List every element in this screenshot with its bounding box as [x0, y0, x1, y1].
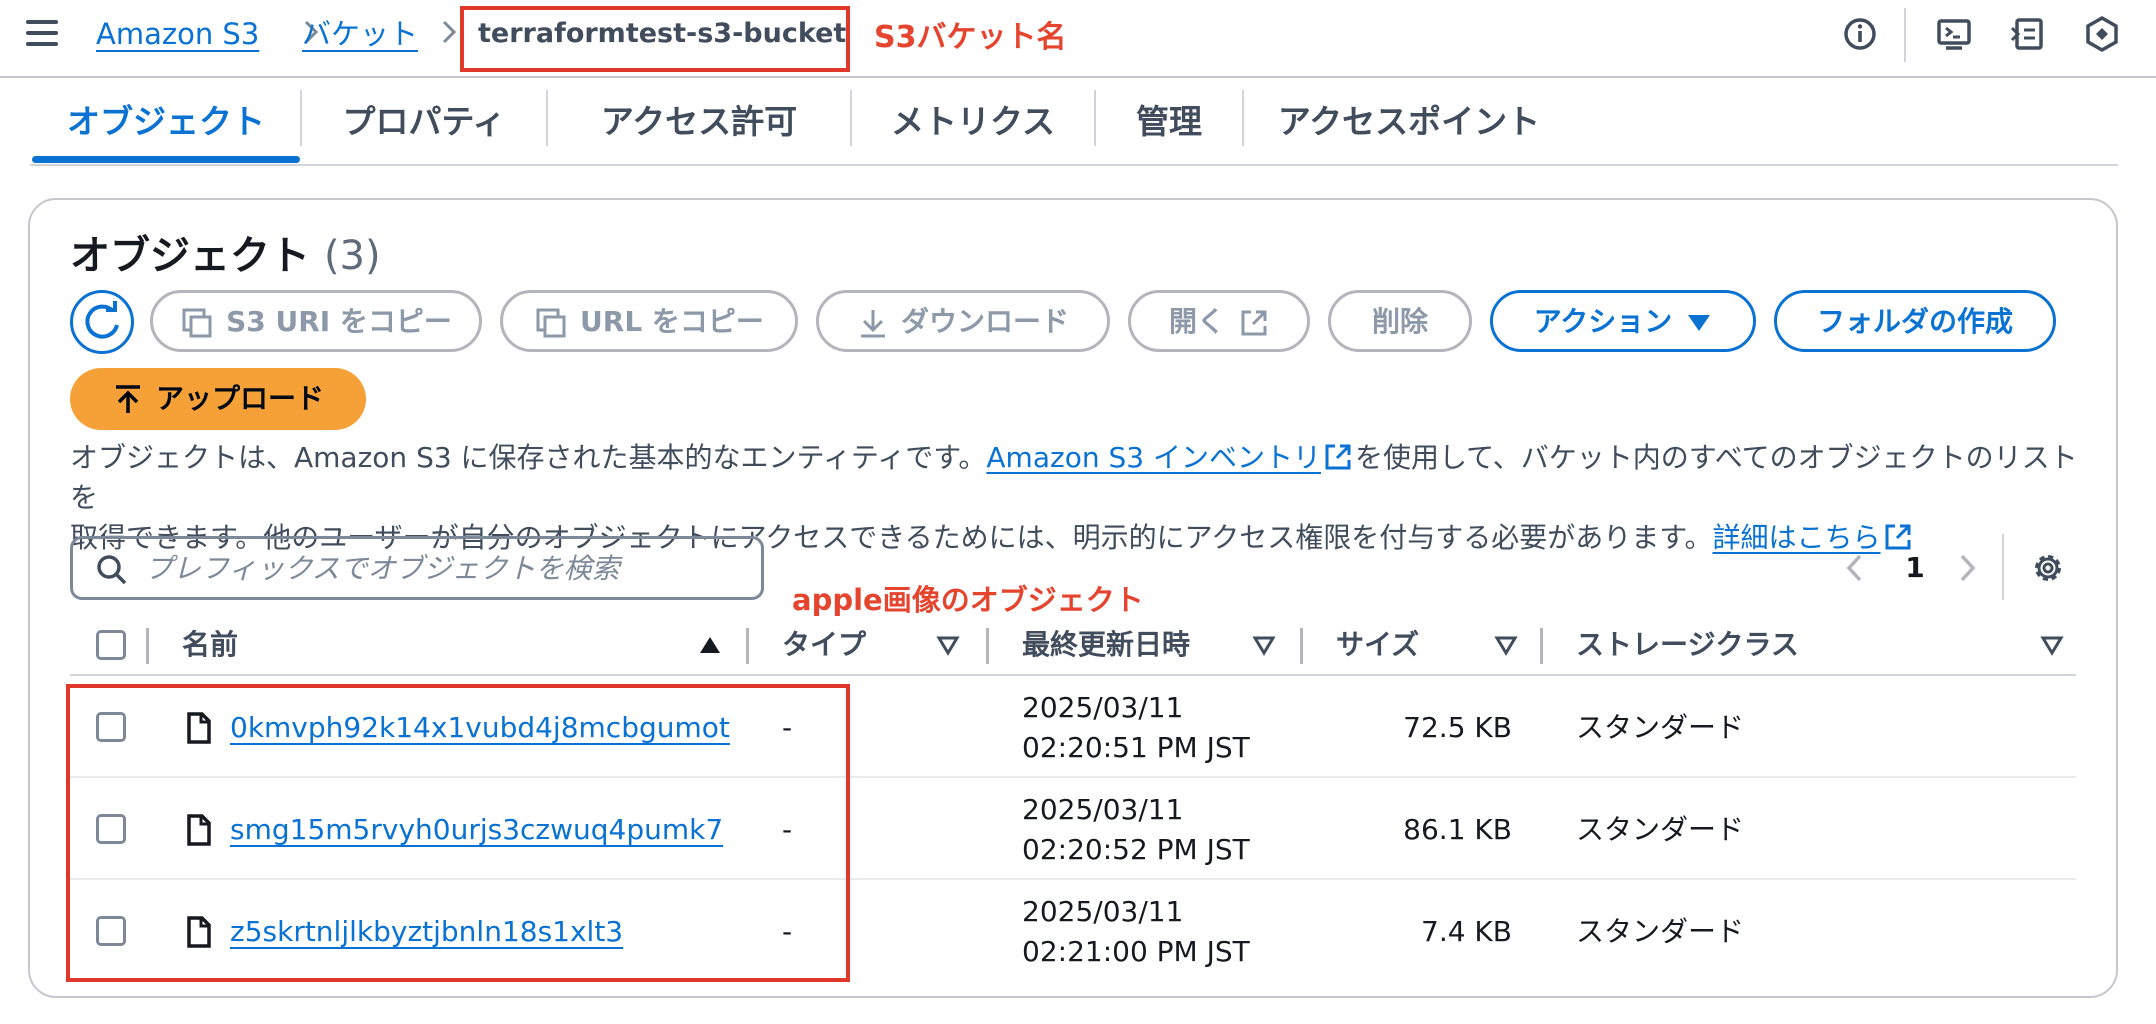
delete-label: 削除	[1371, 305, 1428, 338]
storage-class: スタンダード	[1576, 813, 1745, 846]
panel-title-text: オブジェクト	[70, 233, 310, 279]
last-modified-time: 02:21:00 PM JST	[1022, 935, 1250, 968]
column-separator	[146, 628, 149, 664]
upload-button[interactable]: アップロード	[70, 368, 366, 430]
create-folder-label: フォルダの作成	[1816, 305, 2013, 338]
top-navigation-bar: Amazon S3 バケット terraformtest-s3-bucket S…	[0, 0, 2156, 78]
copy-icon	[536, 308, 566, 338]
actions-dropdown-button[interactable]: アクション	[1490, 290, 1756, 352]
description-text: オブジェクトは、Amazon S3 に保存された基本的なエンティティです。	[70, 441, 987, 474]
refresh-button[interactable]	[70, 290, 134, 354]
open-label: 開く	[1168, 305, 1225, 338]
upload-label: アップロード	[155, 382, 324, 415]
last-modified-date: 2025/03/11	[1022, 793, 1184, 826]
copy-url-button[interactable]: URL をコピー	[500, 290, 798, 352]
column-separator	[986, 628, 989, 664]
top-bar-divider	[1904, 8, 1906, 62]
search-input[interactable]	[145, 539, 745, 597]
last-modified-date: 2025/03/11	[1022, 895, 1184, 928]
info-icon[interactable]	[1840, 14, 1880, 54]
last-modified-time: 02:20:51 PM JST	[1022, 731, 1250, 764]
last-modified-time: 02:20:52 PM JST	[1022, 833, 1250, 866]
tab-bar: オブジェクト プロパティ アクセス許可 メトリクス 管理 アクセスポイント	[30, 90, 2118, 166]
notifications-panel-icon[interactable]	[2008, 14, 2048, 54]
cloudshell-icon[interactable]	[1934, 14, 1974, 54]
column-header-name[interactable]: 名前	[182, 620, 238, 670]
breadcrumb-buckets[interactable]: バケット	[302, 14, 418, 54]
menu-icon[interactable]	[26, 20, 58, 48]
breadcrumb-amazon-s3[interactable]: Amazon S3	[96, 14, 259, 54]
next-page-icon[interactable]	[1954, 548, 1980, 588]
download-button[interactable]: ダウンロード	[816, 290, 1110, 352]
sort-ascending-icon[interactable]	[698, 634, 722, 656]
tab-permissions[interactable]: アクセス許可	[548, 90, 850, 164]
annotation-box-apple-objects	[66, 684, 850, 982]
tab-objects[interactable]: オブジェクト	[32, 90, 300, 164]
annotation-bucket-name: S3バケット名	[874, 20, 1067, 55]
object-size: 72.5 KB	[1403, 711, 1512, 744]
refresh-icon	[85, 301, 119, 339]
table-header: 名前 タイプ 最終更新日時 サイズ ストレージクラス	[70, 620, 2076, 676]
annotation-apple-objects: apple画像のオブジェクト	[792, 583, 1144, 617]
delete-button[interactable]: 削除	[1328, 290, 1472, 352]
create-folder-button[interactable]: フォルダの作成	[1774, 290, 2056, 352]
column-separator	[1540, 628, 1543, 664]
copy-s3-uri-label: S3 URI をコピー	[226, 305, 452, 338]
search-icon	[97, 555, 127, 585]
tab-properties[interactable]: プロパティ	[302, 90, 546, 164]
object-size: 86.1 KB	[1403, 813, 1512, 846]
external-link-icon	[1325, 444, 1351, 470]
settings-hexagon-icon[interactable]	[2082, 14, 2122, 54]
tab-metrics[interactable]: メトリクス	[852, 90, 1094, 164]
caret-down-icon	[1688, 315, 1711, 331]
gear-icon[interactable]	[2028, 548, 2068, 588]
annotation-box-bucket-name	[460, 6, 850, 72]
column-header-type[interactable]: タイプ	[782, 620, 866, 670]
copy-s3-uri-button[interactable]: S3 URI をコピー	[150, 290, 482, 352]
tab-management[interactable]: 管理	[1096, 90, 1242, 164]
sort-icon[interactable]	[936, 634, 960, 656]
column-header-size[interactable]: サイズ	[1336, 620, 1419, 670]
sort-icon[interactable]	[1494, 634, 1518, 656]
open-button[interactable]: 開く	[1128, 290, 1310, 352]
column-separator	[1300, 628, 1303, 664]
actions-label: アクション	[1533, 305, 1673, 338]
external-link-icon	[1241, 310, 1267, 336]
storage-class: スタンダード	[1576, 915, 1745, 948]
select-all-checkbox[interactable]	[96, 630, 126, 660]
column-header-storage-class[interactable]: ストレージクラス	[1576, 620, 1799, 670]
copy-url-label: URL をコピー	[580, 305, 764, 338]
tab-access-points[interactable]: アクセスポイント	[1244, 90, 1574, 164]
download-label: ダウンロード	[900, 305, 1069, 338]
search-box	[70, 536, 764, 600]
object-size: 7.4 KB	[1421, 915, 1512, 948]
upload-icon	[115, 385, 140, 413]
storage-class: スタンダード	[1576, 711, 1745, 744]
page-number[interactable]: 1	[1900, 548, 1930, 588]
copy-icon	[182, 308, 212, 338]
sort-icon[interactable]	[1252, 634, 1276, 656]
sort-icon[interactable]	[2040, 634, 2064, 656]
download-icon	[860, 310, 885, 338]
pager-divider	[2002, 534, 2004, 600]
chevron-right-icon	[442, 20, 457, 44]
inventory-link[interactable]: Amazon S3 インベントリ	[986, 441, 1321, 474]
object-count: (3)	[323, 233, 381, 279]
active-tab-indicator	[32, 156, 300, 163]
panel-title: オブジェクト (3)	[70, 230, 381, 282]
column-separator	[746, 628, 749, 664]
previous-page-icon[interactable]	[1842, 548, 1868, 588]
last-modified-date: 2025/03/11	[1022, 691, 1184, 724]
column-header-last-modified[interactable]: 最終更新日時	[1022, 620, 1190, 670]
